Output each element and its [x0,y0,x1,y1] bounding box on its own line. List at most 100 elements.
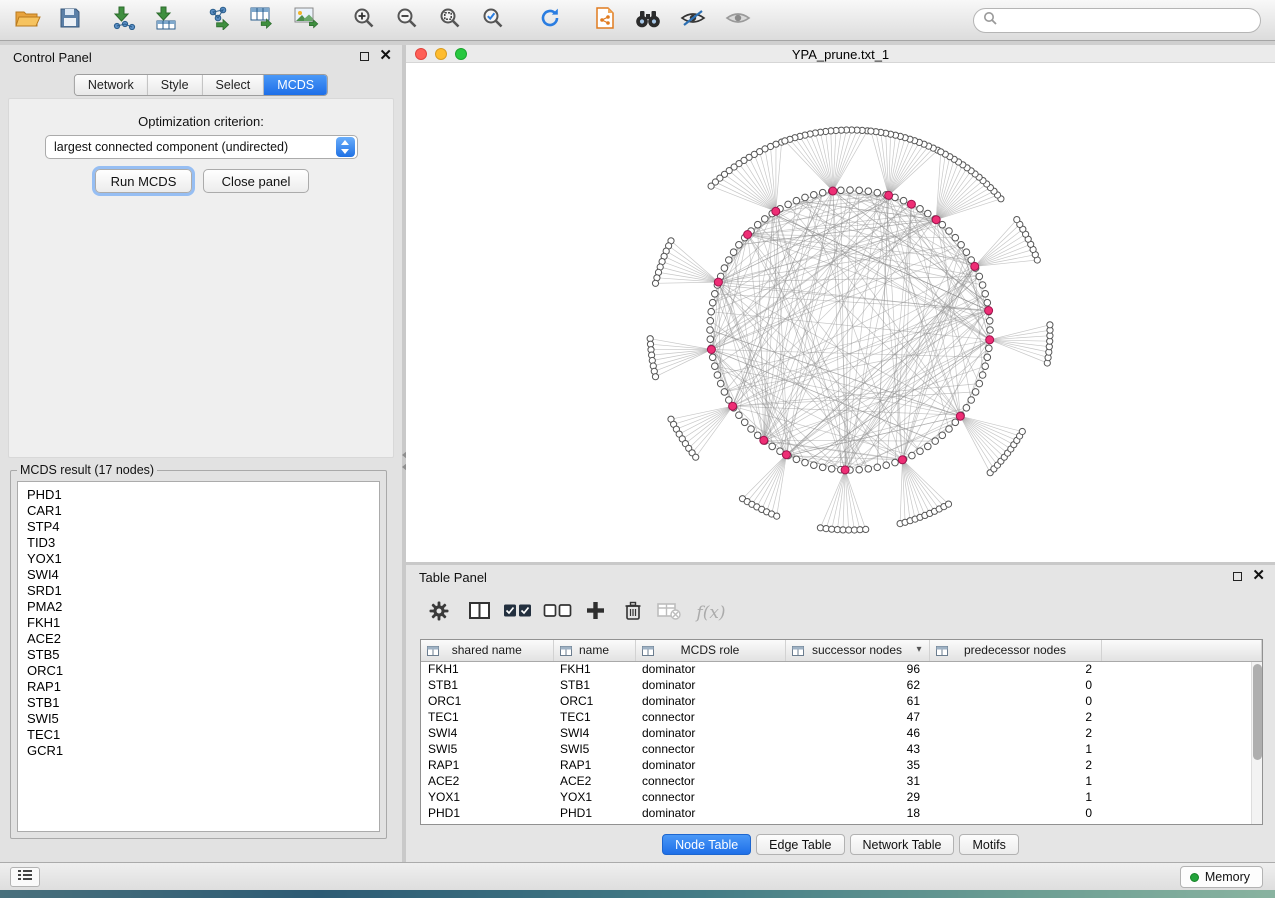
column-header-successor-nodes[interactable]: successor nodes ▾ [785,640,929,661]
table-scrollbar-thumb[interactable] [1253,664,1262,760]
mcds-result-item[interactable]: PMA2 [18,599,379,615]
mcds-result-item[interactable]: CAR1 [18,503,379,519]
import-table-button[interactable] [146,5,186,36]
cell-predecessor-nodes: 0 [929,805,1101,821]
table-row[interactable]: TEC1TEC1connector472 [421,709,1262,725]
mcds-result-item[interactable]: TEC1 [18,727,379,743]
tab-select[interactable]: Select [203,75,265,95]
mcds-result-item[interactable]: ACE2 [18,631,379,647]
checked-boxes-icon [503,603,532,623]
export-image-button[interactable] [287,5,327,36]
mcds-result-item[interactable]: GCR1 [18,743,379,759]
cell-successor-nodes: 46 [785,725,929,741]
binoculars-icon [634,9,662,33]
table-row[interactable]: ACE2ACE2connector311 [421,773,1262,789]
select-all-columns-button[interactable] [500,597,534,629]
float-panel-icon[interactable] [360,52,369,61]
search-box[interactable] [973,8,1261,33]
mcds-result-item[interactable]: FKH1 [18,615,379,631]
table-row[interactable]: FKH1FKH1dominator962 [421,661,1262,677]
tab-mcds[interactable]: MCDS [264,75,327,95]
status-bar: Memory [0,862,1275,890]
share-document-button[interactable] [585,5,625,36]
memory-button[interactable]: Memory [1180,866,1263,888]
close-panel-button[interactable]: Close panel [203,169,309,193]
tab-style[interactable]: Style [148,75,203,95]
mcds-result-item[interactable]: SRD1 [18,583,379,599]
criterion-dropdown[interactable]: largest connected component (undirected) [45,135,358,159]
delete-table-icon [657,602,681,625]
table-row[interactable]: PHD1PHD1dominator180 [421,805,1262,821]
table-settings-button[interactable] [422,597,456,629]
tab-network-table[interactable]: Network Table [850,834,955,855]
task-history-button[interactable] [10,867,40,887]
deselect-all-columns-button[interactable] [540,597,574,629]
table-row[interactable]: YOX1YOX1connector291 [421,789,1262,805]
close-table-panel-icon[interactable]: ✕ [1252,570,1265,582]
column-header-mcds-role[interactable]: MCDS role [635,640,785,661]
table-row[interactable]: RAP1RAP1dominator352 [421,757,1262,773]
show-column-panel-button[interactable] [462,597,496,629]
mcds-result-item[interactable]: RAP1 [18,679,379,695]
cell-predecessor-nodes: 2 [929,757,1101,773]
column-header-name[interactable]: name [553,640,635,661]
table-row[interactable]: SWI4SWI4dominator462 [421,725,1262,741]
fx-icon: f(x) [696,603,725,623]
tab-network[interactable]: Network [75,75,148,95]
mcds-result-item[interactable]: SWI4 [18,567,379,583]
table-panel-title: Table Panel [419,570,487,585]
tab-edge-table[interactable]: Edge Table [756,834,844,855]
dropdown-arrows-icon [336,137,355,157]
mcds-result-item[interactable]: YOX1 [18,551,379,567]
cell-successor-nodes: 96 [785,661,929,677]
mcds-result-item[interactable]: SWI5 [18,711,379,727]
mcds-result-item[interactable]: STB5 [18,647,379,663]
table-row[interactable]: STB1STB1dominator620 [421,677,1262,693]
mcds-result-item[interactable]: ORC1 [18,663,379,679]
mcds-result-item[interactable]: STB1 [18,695,379,711]
show-all-button[interactable] [718,5,758,36]
float-table-panel-icon[interactable] [1233,572,1242,581]
cell-successor-nodes: 35 [785,757,929,773]
column-header-shared-name[interactable]: shared name [421,640,553,661]
mcds-result-item[interactable]: STP4 [18,519,379,535]
export-table-button[interactable] [243,5,283,36]
table-row[interactable]: ORC1ORC1dominator610 [421,693,1262,709]
mcds-result-item[interactable]: TID3 [18,535,379,551]
cell-predecessor-nodes: 1 [929,741,1101,757]
export-network-button[interactable] [200,5,240,36]
table-row[interactable]: SWI5SWI5connector431 [421,741,1262,757]
cell-successor-nodes: 31 [785,773,929,789]
zoom-in-button[interactable] [344,5,384,36]
zoom-fit-button[interactable] [430,5,470,36]
sort-arrow-icon[interactable]: ▾ [916,644,921,655]
run-mcds-button[interactable]: Run MCDS [95,169,192,193]
zoom-out-button[interactable] [387,5,427,36]
zoom-fit-icon [439,7,461,34]
zoom-selected-button[interactable] [473,5,513,36]
import-network-button[interactable] [104,5,144,36]
hide-selected-button[interactable] [673,5,713,36]
mcds-result-item[interactable]: PHD1 [18,487,379,503]
refresh-button[interactable] [530,5,570,36]
mcds-result-list[interactable]: PHD1CAR1STP4TID3YOX1SWI4SRD1PMA2FKH1ACE2… [17,481,380,832]
column-header-predecessor-nodes[interactable]: predecessor nodes [929,640,1101,661]
cell-filler [1101,677,1262,693]
search-input[interactable] [997,11,1260,31]
tab-node-table[interactable]: Node Table [662,834,751,855]
cell-filler [1101,709,1262,725]
create-column-button[interactable] [578,597,612,629]
close-panel-icon[interactable]: ✕ [379,50,392,62]
save-button[interactable] [50,5,90,36]
tab-motifs[interactable]: Motifs [959,834,1018,855]
delete-column-button[interactable] [616,597,650,629]
cell-mcds-role: dominator [635,677,785,693]
search-network-button[interactable] [628,5,668,36]
node-table: shared name name MCDS role successo [420,639,1263,825]
attribute-icon [427,645,439,659]
network-canvas[interactable] [406,63,1275,562]
open-file-button[interactable] [8,5,48,36]
table-scrollbar[interactable] [1251,662,1262,824]
refresh-icon [538,6,562,35]
cell-name: PHD1 [553,805,635,821]
